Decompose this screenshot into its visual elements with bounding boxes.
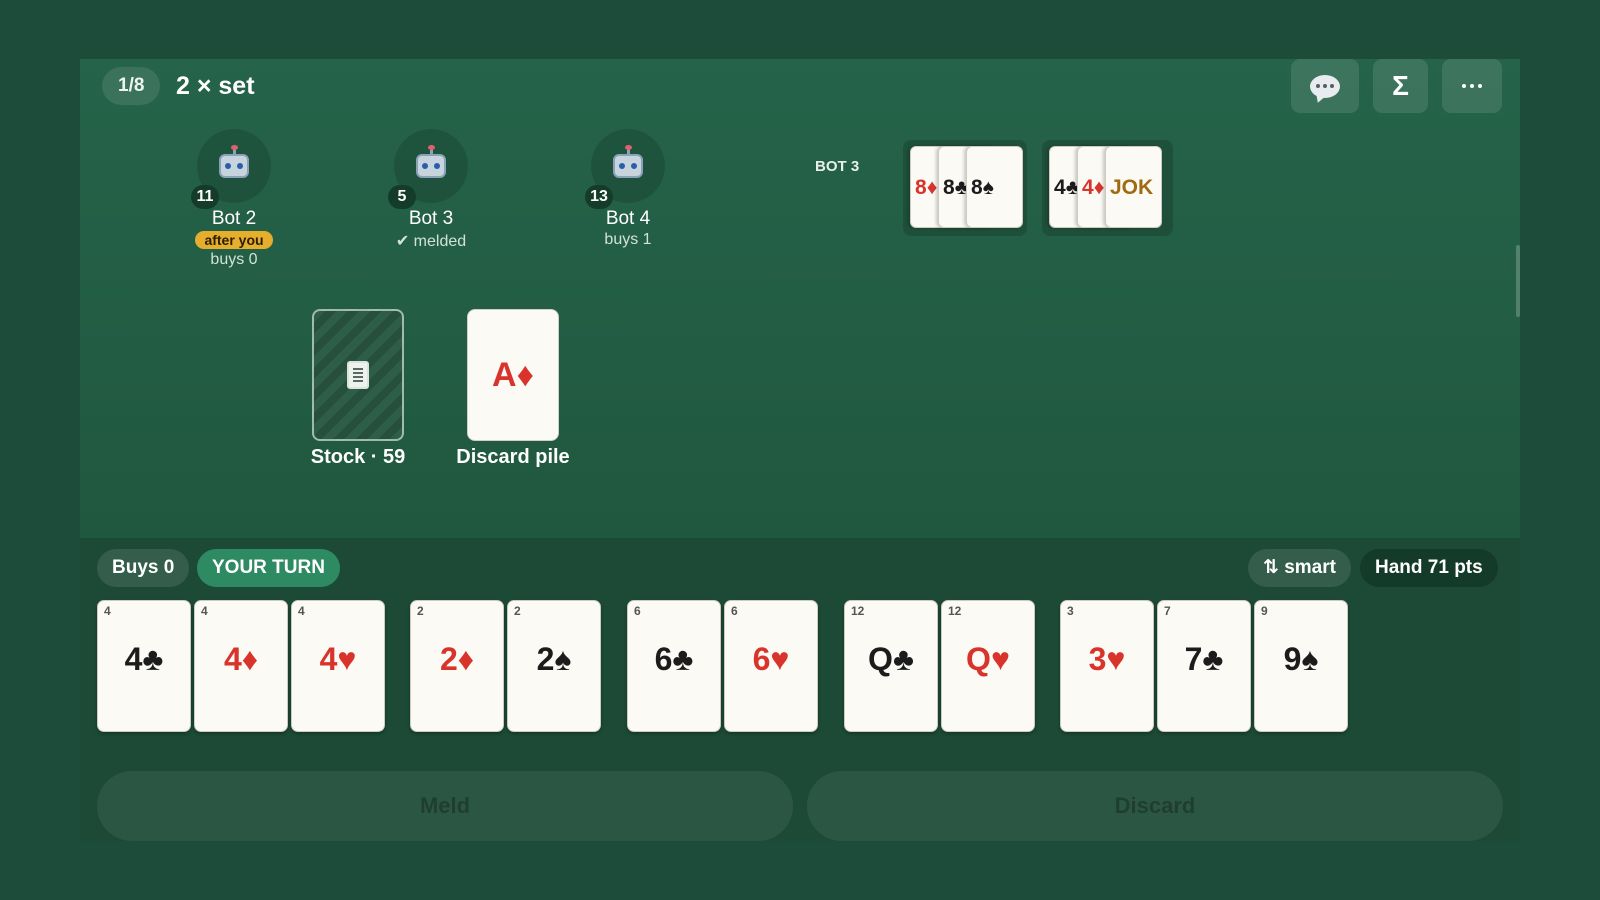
diamond-suit-icon: ♦	[516, 355, 534, 394]
round-indicator: 1/8	[102, 67, 161, 105]
opponent-buys: buys 1	[604, 231, 652, 248]
game-table: 1/8 2 × set Σ 11 Bot 2 after you buys 0 …	[80, 59, 1520, 841]
buys-counter: Buys 0	[97, 549, 190, 587]
meld-card: 8♠	[966, 146, 1023, 228]
more-horizontal-icon	[1462, 84, 1482, 88]
hand-card[interactable]: 9 9♠	[1254, 600, 1348, 732]
contract-title: 2 × set	[176, 72, 255, 100]
avatar: 5	[388, 129, 468, 209]
opponent-status: ✔ melded	[395, 233, 467, 250]
meld-group-1[interactable]: 8♦ 8♣ 8♠	[903, 140, 1027, 236]
meld-owner-label: BOT 3	[815, 158, 860, 175]
avatar: 11	[191, 129, 271, 209]
robot-icon	[613, 145, 643, 178]
hand-points: Hand 71 pts	[1360, 549, 1498, 587]
robot-icon	[416, 145, 446, 178]
hand-card[interactable]: 6 6♣	[627, 600, 721, 732]
chat-bubble-icon	[1310, 74, 1340, 98]
avatar: 13	[585, 129, 665, 209]
card-count-badge: 5	[388, 185, 416, 209]
turn-indicator: YOUR TURN	[197, 549, 340, 587]
sort-smart-button[interactable]: ⇅ smart	[1248, 549, 1351, 587]
stock-pile[interactable]	[312, 309, 404, 441]
opponent-bot-4: 13 Bot 4 buys 1	[568, 129, 688, 249]
robot-icon	[219, 145, 249, 178]
stock-label: Stock · 59	[310, 446, 406, 468]
hand-card[interactable]: 12 Q♣	[844, 600, 938, 732]
meld-group-2[interactable]: 4♣ 4♦ JOK	[1042, 140, 1173, 236]
opponent-name: Bot 4	[605, 208, 651, 229]
discard-label: Discard pile	[456, 446, 570, 468]
hand-card[interactable]: 12 Q♥	[941, 600, 1035, 732]
card-count-badge: 13	[585, 185, 613, 209]
opponent-name: Bot 3	[408, 208, 454, 229]
hand-card[interactable]: 2 2♠	[507, 600, 601, 732]
hand-card[interactable]: 4 4♣	[97, 600, 191, 732]
hand-card[interactable]: 2 2♦	[410, 600, 504, 732]
opponent-buys: buys 0	[210, 251, 258, 268]
discard-pile[interactable]: A ♦	[467, 309, 559, 441]
scrollbar[interactable]	[1516, 245, 1520, 317]
discard-top-rank: A	[492, 355, 517, 394]
opponent-bot-2: 11 Bot 2 after you buys 0	[174, 129, 294, 269]
opponent-bot-3: 5 Bot 3 ✔ melded	[371, 129, 491, 251]
scores-button[interactable]: Σ	[1373, 59, 1428, 113]
card-back-icon	[347, 361, 369, 389]
meld-button[interactable]: Meld	[97, 771, 793, 841]
chat-button[interactable]	[1291, 59, 1359, 113]
sigma-icon: Σ	[1392, 70, 1409, 101]
opponent-name: Bot 2	[211, 208, 257, 229]
joker-card: JOK	[1105, 146, 1162, 228]
hand-card[interactable]: 3 3♥	[1060, 600, 1154, 732]
hand-card[interactable]: 4 4♥	[291, 600, 385, 732]
hand-card[interactable]: 7 7♣	[1157, 600, 1251, 732]
discard-button[interactable]: Discard	[807, 771, 1503, 841]
card-count-badge: 11	[191, 185, 219, 209]
after-you-badge: after you	[195, 231, 273, 249]
hand-card[interactable]: 4 4♦	[194, 600, 288, 732]
more-menu-button[interactable]	[1442, 59, 1502, 113]
hand-card[interactable]: 6 6♥	[724, 600, 818, 732]
